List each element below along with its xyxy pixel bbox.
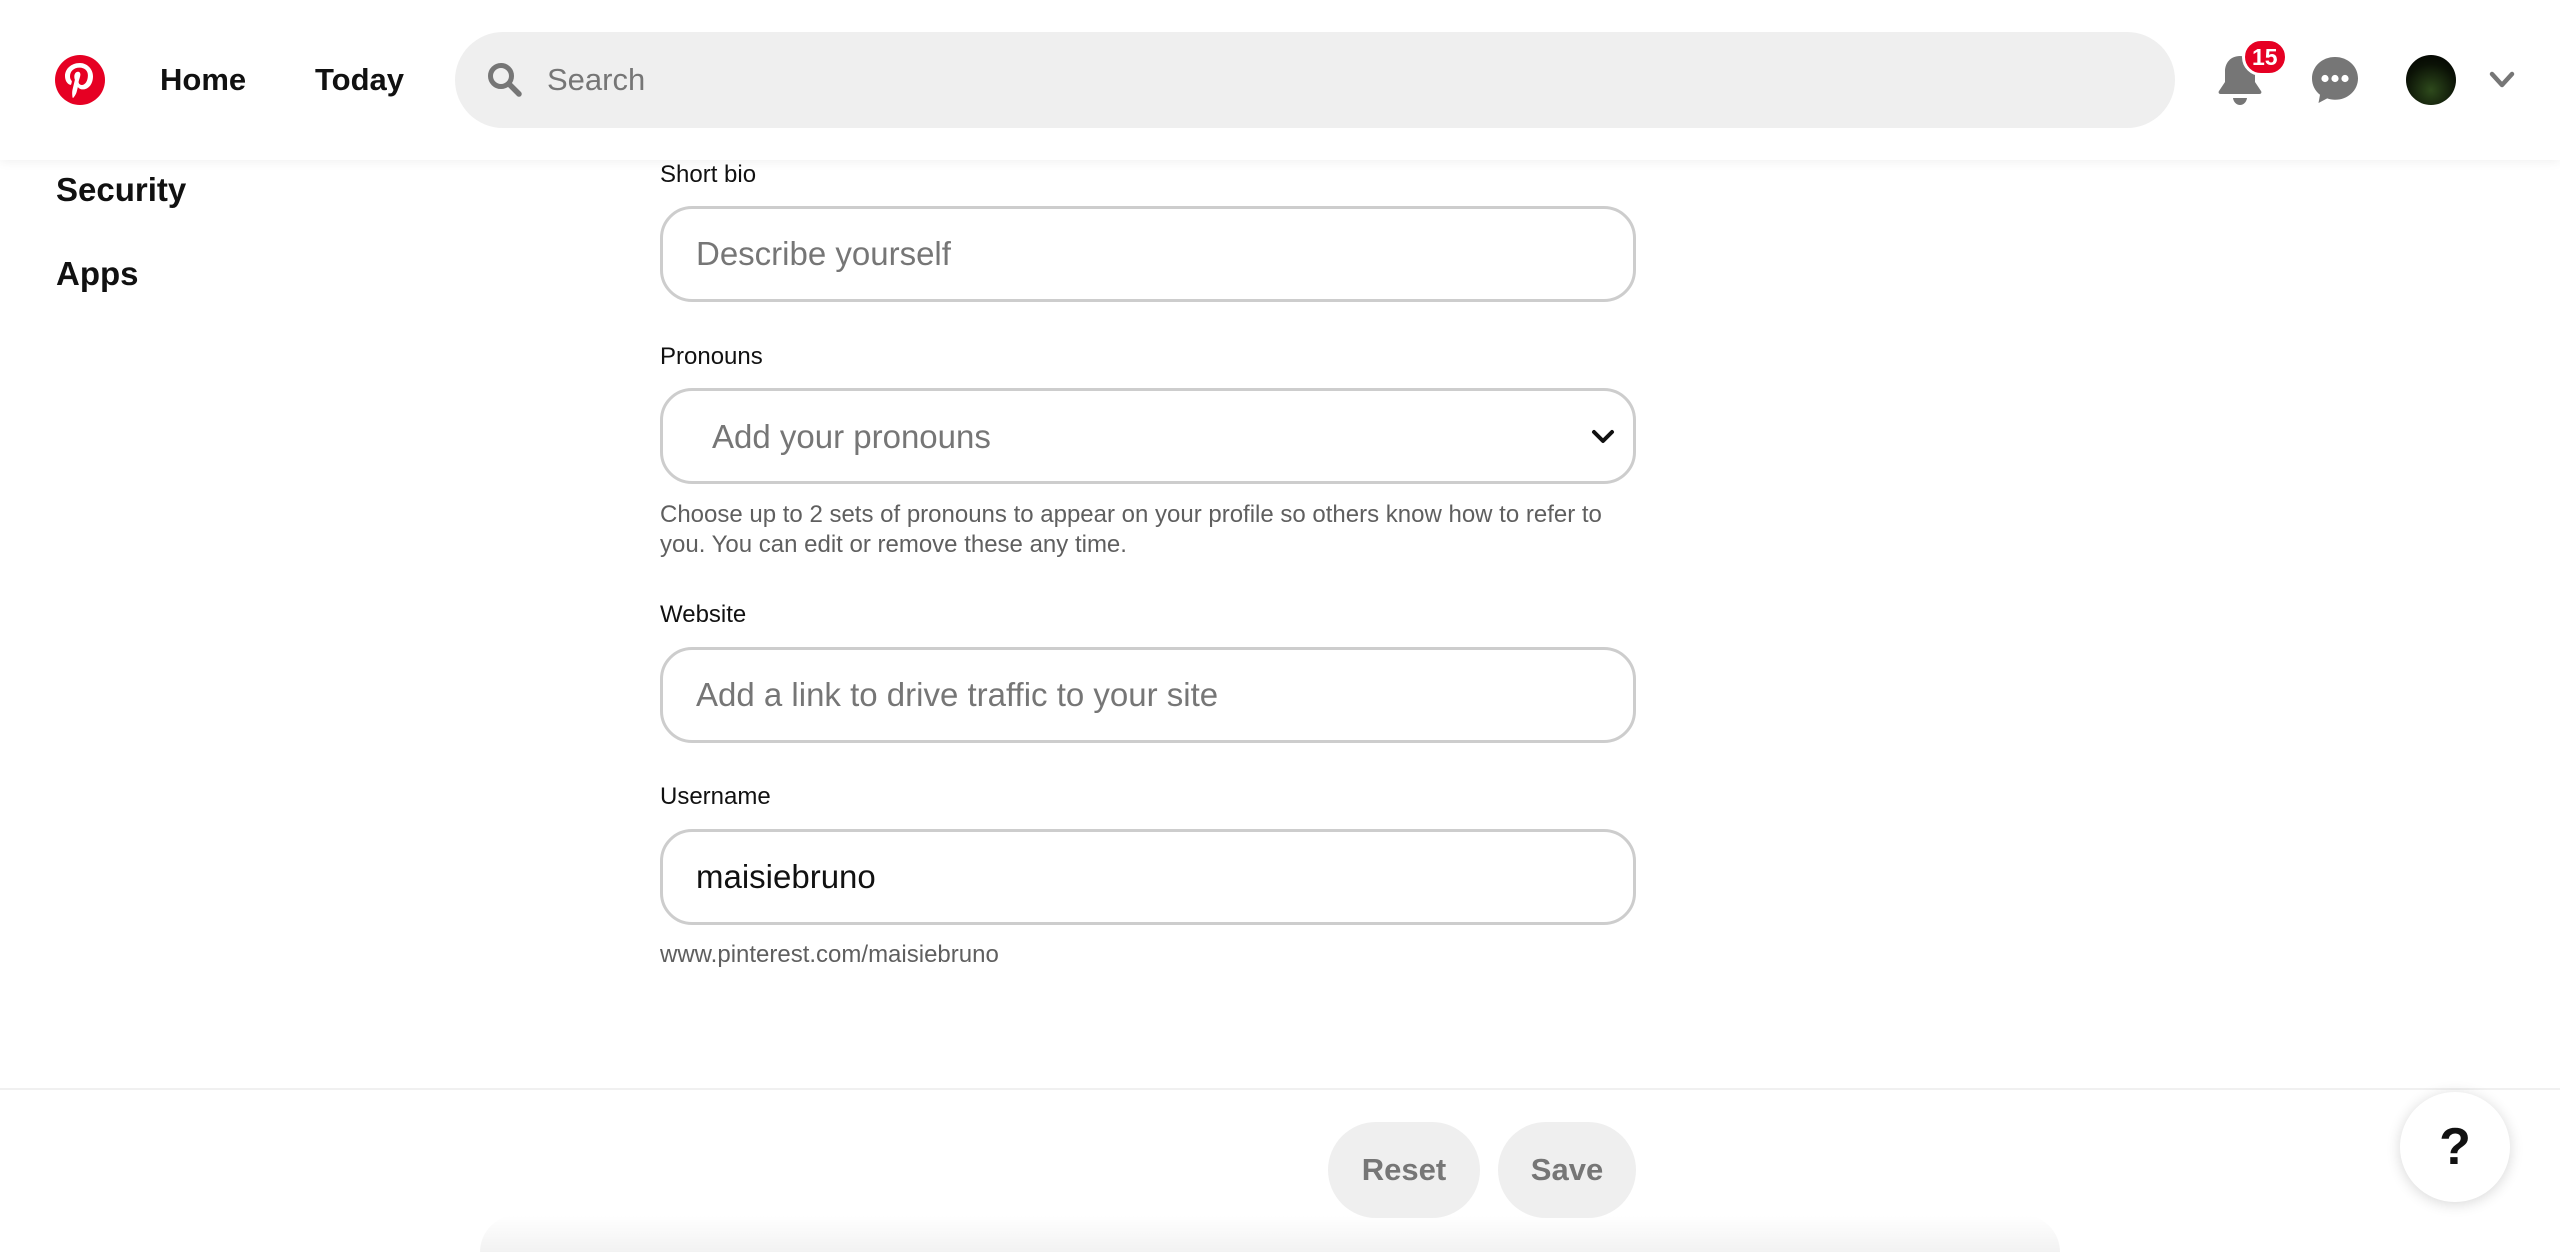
chat-bubble-icon [2312, 57, 2358, 103]
reset-button[interactable]: Reset [1328, 1122, 1480, 1218]
help-button[interactable]: ? [2400, 1092, 2510, 1202]
pronouns-helper-text: Choose up to 2 sets of pronouns to appea… [660, 501, 1602, 558]
profile-url-text: www.pinterest.com/maisiebruno [660, 941, 999, 968]
messages-button[interactable] [2310, 55, 2360, 105]
website-label: Website [660, 601, 747, 628]
search-bar[interactable] [455, 32, 2175, 128]
top-header: Home Today 15 [0, 0, 2560, 160]
pronouns-label: Pronouns [660, 343, 763, 370]
nav-today-link[interactable]: Today [315, 60, 404, 100]
footer-shadow [480, 1215, 2060, 1252]
chevron-down-icon [2489, 71, 2515, 88]
short-bio-label: Short bio [660, 161, 757, 188]
save-button[interactable]: Save [1498, 1122, 1636, 1218]
nav-home-link[interactable]: Home [160, 60, 246, 100]
chevron-down-icon [1592, 430, 1614, 443]
sidebar-item-security[interactable]: Security [56, 170, 186, 210]
search-input[interactable] [535, 32, 2135, 128]
notification-count-badge: 15 [2242, 38, 2288, 76]
pronouns-select[interactable]: Add your pronouns [660, 388, 1636, 484]
website-input[interactable] [660, 647, 1636, 743]
pinterest-logo-icon[interactable] [55, 55, 105, 105]
sidebar-item-apps[interactable]: Apps [56, 254, 139, 294]
account-menu-button[interactable] [2487, 66, 2517, 94]
avatar[interactable] [2406, 55, 2456, 105]
username-label: Username [660, 783, 771, 810]
short-bio-input[interactable] [660, 206, 1636, 302]
pronouns-placeholder: Add your pronouns [712, 418, 991, 455]
search-icon [485, 60, 525, 100]
username-input[interactable] [660, 829, 1636, 925]
